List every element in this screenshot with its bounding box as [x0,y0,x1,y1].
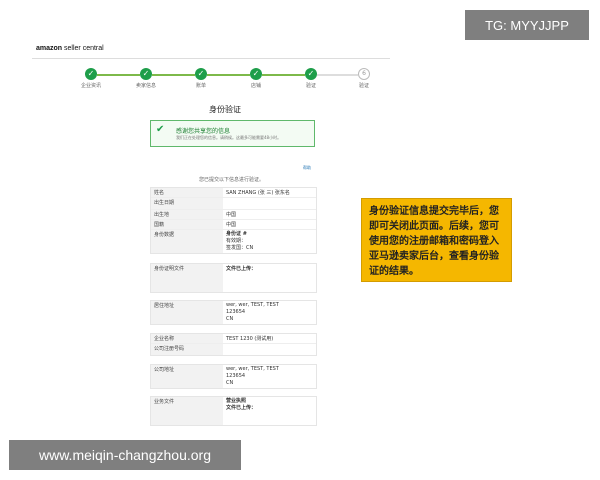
header-divider [32,58,390,59]
company-address-section: 公司地址 wer, wer, TEST, TEST 123654 CN [150,364,317,389]
review-note: 您已提交以下信息进行验证。 [198,177,264,183]
detail-row: 业务文件 营业执照 文件已上传： [151,397,316,425]
detail-row: 公司地址 wer, wer, TEST, TEST 123654 CN [151,365,316,388]
residence-address-section: 居住地址 wer, wer, TEST, TEST 123654 CN [150,300,317,325]
detail-row: 企业名称 TEST 1230 (测试用) [151,334,316,344]
birth-date-label: 出生日期 [151,198,223,209]
logo-product-text: seller central [64,45,104,52]
birth-place-label: 出生地 [151,210,223,219]
step-3-label: 账单 [195,83,206,89]
step-1-label: 企业资讯 [80,83,101,89]
identity-data-label: 身份数据 [151,230,223,253]
logo-amazon-text: amazon [36,45,63,52]
name-label: 姓名 [151,188,223,197]
detail-row: 姓名 SAN ZHANG (张 三) 张东名 [151,188,316,198]
step-6-number: 6 [358,68,370,80]
callout-text: 身份验证信息提交完毕后，您即可关闭此页面。后续，您可使用您的注册邮箱和密码登入亚… [369,206,499,277]
help-link[interactable]: 帮助 [303,165,311,171]
amazon-seller-central-logo[interactable]: amazon seller central [36,45,104,52]
step-connector [152,74,195,76]
company-info-section: 企业名称 TEST 1230 (测试用) 公司注册号码 [150,333,317,356]
business-upload-line: 文件已上传： [226,405,257,411]
detail-row: 居住地址 wer, wer, TEST, TEST 123654 CN [151,301,316,324]
company-reg-label: 公司注册号码 [151,344,223,355]
step-connector [317,74,358,76]
residence-line-2: 123654 [226,309,246,315]
nationality-label: 国籍 [151,220,223,229]
id-documents-section: 身份证明文件 文件已上传： [150,263,317,293]
step-1-check-icon: ✓ [85,68,97,80]
instruction-callout: 身份验证信息提交完毕后，您即可关闭此页面。后续，您可使用您的注册邮箱和密码登入亚… [361,198,512,282]
step-2-label: 卖家信息 [135,83,156,89]
detail-row: 身份证明文件 文件已上传： [151,264,316,292]
business-license-line: 营业执照 [226,398,247,404]
id-country-line: 签发国：CN [226,245,254,251]
name-value: SAN ZHANG (张 三) 张东名 [226,190,290,196]
site-url-badge: www.meiqin-changzhou.org [9,440,241,470]
step-6-label: 验证 [358,83,369,89]
company-address-label: 公司地址 [151,365,223,388]
company-address-line-2: 123654 [226,373,246,379]
company-name-label: 企业名称 [151,334,223,343]
detail-row: 出生地 中国 [151,210,316,220]
detail-row: 国籍 中国 [151,220,316,230]
business-docs-value: 营业执照 文件已上传： [223,397,316,425]
success-message-box: ✔ 感谢您共享您的信息 我们正在处理您的信息。请稍候。这最多可能需要48小时。 [150,120,315,147]
detail-row: 公司注册号码 [151,344,316,355]
company-name-value: TEST 1230 (测试用) [226,336,274,342]
success-subtitle: 我们正在处理您的信息。请稍候。这最多可能需要48小时。 [176,135,282,140]
personal-info-section: 姓名 SAN ZHANG (张 三) 张东名 出生日期 出生地 中国 国籍 中国… [150,187,317,254]
step-4-check-icon: ✓ [250,68,262,80]
birth-date-value [223,198,316,209]
step-connector [207,74,250,76]
company-address-line-3: CN [226,380,234,386]
step-5-label: 验证 [305,83,316,89]
company-reg-value [223,344,316,355]
id-expiry-line: 有效期： [226,238,247,244]
page-title: 身份验证 [209,105,241,114]
id-number-line: 身份证 # [226,231,247,237]
step-5-check-icon: ✓ [305,68,317,80]
business-docs-label: 业务文件 [151,397,223,425]
company-address-line-1: wer, wer, TEST, TEST [226,366,279,372]
residence-value: wer, wer, TEST, TEST 123654 CN [223,301,316,324]
id-docs-value: 文件已上传： [226,266,257,272]
identity-data-value: 身份证 # 有效期： 签发国：CN [223,230,316,253]
id-docs-label: 身份证明文件 [151,264,223,292]
step-4-label: 店铺 [250,83,261,89]
step-3-check-icon: ✓ [195,68,207,80]
step-connector [262,74,305,76]
residence-line-3: CN [226,316,234,322]
business-documents-section: 业务文件 营业执照 文件已上传： [150,396,317,426]
detail-row: 出生日期 [151,198,316,210]
company-address-value: wer, wer, TEST, TEST 123654 CN [223,365,316,388]
success-title: 感谢您共享您的信息 [176,128,231,135]
success-check-icon: ✔ [156,124,165,135]
tg-badge: TG: MYYJJPP [465,10,589,40]
step-2-check-icon: ✓ [140,68,152,80]
step-connector [97,74,140,76]
detail-row: 身份数据 身份证 # 有效期： 签发国：CN [151,230,316,253]
residence-line-1: wer, wer, TEST, TEST [226,302,279,308]
nationality-value: 中国 [226,222,237,228]
birth-place-value: 中国 [226,212,237,218]
residence-label: 居住地址 [151,301,223,324]
